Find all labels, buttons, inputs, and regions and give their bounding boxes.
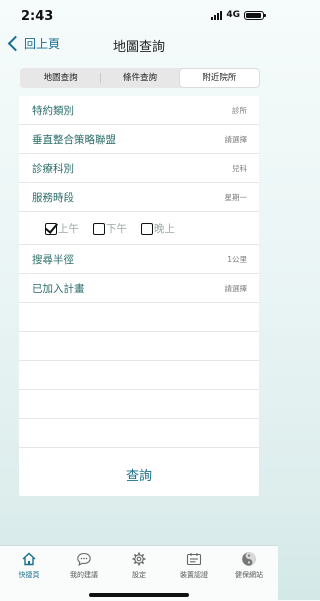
search-radius-value: 1公里	[227, 255, 247, 264]
afternoon-checkbox[interactable]	[93, 222, 105, 235]
contract-type-label: 特約類別	[32, 105, 74, 117]
empty-row	[19, 390, 259, 419]
period-morning-option[interactable]: 上午	[44, 219, 79, 236]
tab-device-auth[interactable]: 裝置認證	[166, 551, 222, 580]
tab-shortcuts-label: 快捷頁	[18, 571, 40, 579]
contract-type-row[interactable]: 特約類別 診所	[19, 96, 259, 125]
device-auth-icon	[186, 553, 202, 566]
tab-shortcuts[interactable]: 快捷頁	[1, 551, 57, 580]
tab-nhi-website-label: 健保網站	[235, 571, 263, 579]
website-icon	[242, 552, 256, 566]
evening-label: 晚上	[154, 223, 175, 235]
status-indicators: 4G	[211, 10, 266, 20]
query-button[interactable]: 查詢	[19, 463, 259, 491]
search-form: 特約類別 診所 垂直整合策略聯盟 請選擇 診療科別 兒科 服務時段 星期一 上午…	[19, 96, 259, 496]
afternoon-label: 下午	[106, 223, 127, 235]
network-label: 4G	[226, 10, 240, 20]
tab-nearby-clinics[interactable]: 附近院所	[179, 69, 259, 87]
navigation-bar: 回上頁 地圖查詢	[0, 30, 278, 60]
vertical-alliance-row[interactable]: 垂直整合策略聯盟 請選擇	[19, 125, 259, 154]
morning-label: 上午	[58, 223, 79, 235]
home-indicator	[89, 593, 189, 597]
service-day-value: 星期一	[224, 193, 248, 202]
vertical-alliance-value: 請選擇	[224, 135, 248, 144]
status-time: 2:43	[21, 9, 54, 24]
evening-checkbox[interactable]	[141, 222, 153, 235]
period-afternoon-option[interactable]: 下午	[93, 221, 127, 236]
search-radius-row[interactable]: 搜尋半徑 1公里	[19, 245, 259, 274]
department-value: 兒科	[232, 164, 247, 173]
service-period-row: 上午 下午 晚上	[19, 212, 259, 245]
tab-my-suggestions-label: 我的建議	[70, 571, 98, 579]
status-bar: 2:43 4G	[0, 0, 278, 28]
department-row[interactable]: 診療科別 兒科	[19, 154, 259, 183]
service-day-label: 服務時段	[32, 192, 74, 204]
tab-settings-label: 設定	[132, 571, 146, 579]
service-day-row[interactable]: 服務時段 星期一	[19, 183, 259, 212]
contract-type-value: 診所	[232, 106, 247, 115]
chat-bubble-icon	[77, 552, 91, 567]
morning-checkbox[interactable]	[44, 219, 59, 235]
empty-row	[19, 332, 259, 361]
checkmark-icon	[44, 219, 59, 234]
tab-my-suggestions[interactable]: 我的建議	[56, 551, 112, 580]
gear-icon	[132, 552, 146, 566]
tab-settings[interactable]: 設定	[111, 551, 167, 580]
tab-condition-search[interactable]: 條件查詢	[100, 69, 179, 87]
search-mode-segmented-control: 地圖查詢 條件查詢 附近院所	[20, 68, 260, 88]
empty-row	[19, 419, 259, 448]
home-icon	[22, 552, 36, 566]
joined-plan-value: 請選擇	[224, 284, 248, 293]
joined-plan-row[interactable]: 已加入計畫 請選擇	[19, 274, 259, 303]
search-radius-label: 搜尋半徑	[32, 254, 74, 266]
page-title: 地圖查詢	[112, 40, 165, 55]
period-evening-option[interactable]: 晚上	[141, 221, 175, 236]
empty-row	[19, 361, 259, 390]
tab-map-search[interactable]: 地圖查詢	[21, 69, 100, 87]
empty-row	[19, 303, 259, 332]
signal-icon	[211, 10, 223, 20]
tab-nhi-website[interactable]: 健保網站	[221, 551, 277, 580]
joined-plan-label: 已加入計畫	[32, 283, 85, 295]
tab-device-auth-label: 裝置認證	[180, 571, 208, 579]
battery-icon	[244, 10, 266, 20]
department-label: 診療科別	[32, 163, 74, 175]
vertical-alliance-label: 垂直整合策略聯盟	[32, 134, 116, 146]
